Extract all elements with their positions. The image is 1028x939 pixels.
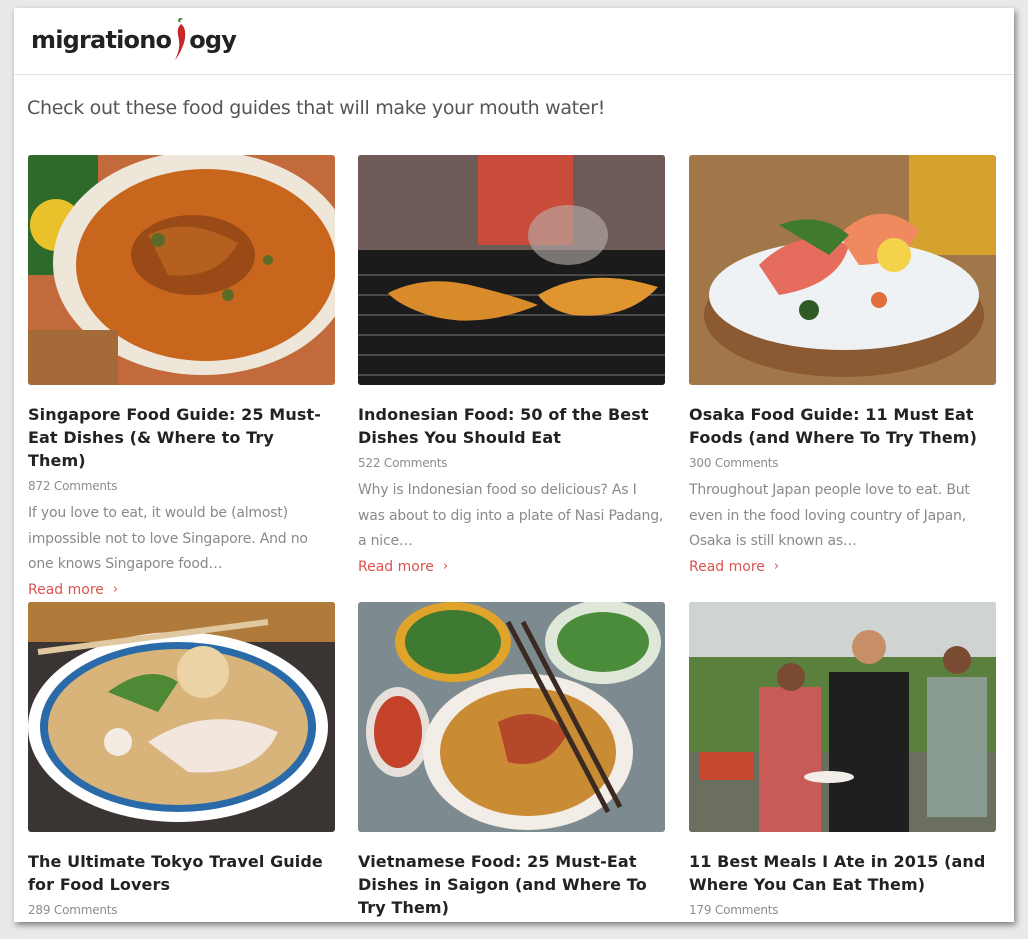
read-more-link[interactable]: Read more › [358, 559, 448, 575]
article-card: Vietnamese Food: 25 Must-Eat Dishes in S… [358, 602, 665, 919]
article-title[interactable]: Singapore Food Guide: 25 Must-Eat Dishes… [28, 403, 335, 472]
article-excerpt: Why is Indonesian food so delicious? As … [358, 482, 664, 549]
page: migrationo ogy Check out these food guid… [14, 8, 1014, 922]
logo-text-right: ogy [189, 26, 237, 54]
article-excerpt: If you love to eat, it would be (almost)… [28, 505, 308, 572]
read-more-label: Read more [28, 581, 104, 598]
chevron-right-icon: › [773, 559, 780, 574]
article-title[interactable]: Vietnamese Food: 25 Must-Eat Dishes in S… [358, 850, 665, 919]
chevron-right-icon: › [442, 559, 449, 574]
osaka-sashimi-image[interactable] [689, 155, 996, 385]
article-card: Indonesian Food: 50 of the Best Dishes Y… [358, 155, 665, 576]
comment-count[interactable]: 522 Comments [358, 456, 665, 470]
site-logo[interactable]: migrationo ogy [31, 17, 237, 62]
chili-icon [171, 17, 189, 62]
article-card: Osaka Food Guide: 11 Must Eat Foods (and… [689, 155, 996, 576]
read-more-label: Read more [689, 558, 765, 575]
comment-count[interactable]: 300 Comments [689, 456, 996, 470]
comment-count[interactable]: 872 Comments [28, 479, 335, 493]
article-card: Singapore Food Guide: 25 Must-Eat Dishes… [28, 155, 335, 599]
indonesian-grilled-chicken-image[interactable] [358, 155, 665, 385]
read-more-link[interactable]: Read more › [28, 582, 118, 598]
comment-count[interactable]: 289 Comments [28, 903, 335, 917]
article-title[interactable]: Osaka Food Guide: 11 Must Eat Foods (and… [689, 403, 996, 449]
read-more-link[interactable]: Read more › [689, 559, 779, 575]
logo-text-left: migrationo [31, 26, 172, 54]
article-card: 11 Best Meals I Ate in 2015 (and Where Y… [689, 602, 996, 917]
vietnamese-noodle-soup-image[interactable] [358, 602, 665, 832]
read-more-label: Read more [358, 558, 434, 575]
article-title[interactable]: The Ultimate Tokyo Travel Guide for Food… [28, 850, 335, 896]
article-title[interactable]: Indonesian Food: 50 of the Best Dishes Y… [358, 403, 665, 449]
article-card: The Ultimate Tokyo Travel Guide for Food… [28, 602, 335, 917]
comment-count[interactable]: 179 Comments [689, 903, 996, 917]
intro-text: Check out these food guides that will ma… [27, 97, 606, 119]
market-people-image[interactable] [689, 602, 996, 832]
article-title[interactable]: 11 Best Meals I Ate in 2015 (and Where Y… [689, 850, 996, 896]
chevron-right-icon: › [112, 582, 119, 597]
site-header: migrationo ogy [14, 8, 1014, 75]
tokyo-ramen-image[interactable] [28, 602, 335, 832]
article-excerpt: Throughout Japan people love to eat. But… [689, 482, 970, 549]
singapore-fish-curry-image[interactable] [28, 155, 335, 385]
